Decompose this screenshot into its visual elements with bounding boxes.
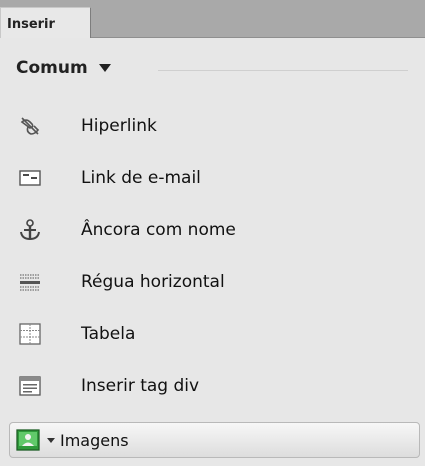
insert-images-split-button[interactable]: Imagens bbox=[9, 422, 420, 458]
item-label: Tabela bbox=[81, 324, 136, 344]
item-label: Link de e-mail bbox=[81, 168, 201, 188]
email-link-icon bbox=[18, 166, 42, 190]
hyperlink-icon bbox=[18, 114, 42, 138]
image-icon bbox=[16, 428, 40, 452]
insert-panel: Comum Hiperlink Link de e-mail Âncora co… bbox=[0, 38, 425, 466]
item-label: Hiperlink bbox=[81, 116, 157, 136]
panel-tab-bar: Inserir bbox=[0, 0, 425, 39]
dropdown-caret-icon bbox=[98, 64, 111, 72]
insert-item-hyperlink[interactable]: Hiperlink bbox=[0, 100, 425, 152]
tab-label: Inserir bbox=[7, 17, 55, 32]
insert-item-table[interactable]: Tabela bbox=[0, 308, 425, 360]
item-label: Inserir tag div bbox=[81, 376, 200, 396]
insert-item-email-link[interactable]: Link de e-mail bbox=[0, 152, 425, 204]
insert-item-horizontal-rule[interactable]: Régua horizontal bbox=[0, 256, 425, 308]
category-divider bbox=[158, 70, 408, 71]
anchor-icon bbox=[18, 218, 42, 242]
chevron-down-icon[interactable] bbox=[47, 438, 55, 443]
category-dropdown[interactable]: Comum bbox=[16, 58, 111, 78]
item-label: Âncora com nome bbox=[81, 220, 236, 240]
item-label: Régua horizontal bbox=[81, 272, 225, 292]
table-icon bbox=[18, 322, 42, 346]
tab-inserir[interactable]: Inserir bbox=[0, 7, 91, 39]
insert-item-div-tag[interactable]: Inserir tag div bbox=[0, 360, 425, 412]
horizontal-rule-icon bbox=[18, 270, 42, 294]
div-tag-icon bbox=[18, 374, 42, 398]
category-label: Comum bbox=[16, 58, 88, 78]
item-label: Imagens bbox=[60, 430, 129, 450]
insert-item-named-anchor[interactable]: Âncora com nome bbox=[0, 204, 425, 256]
